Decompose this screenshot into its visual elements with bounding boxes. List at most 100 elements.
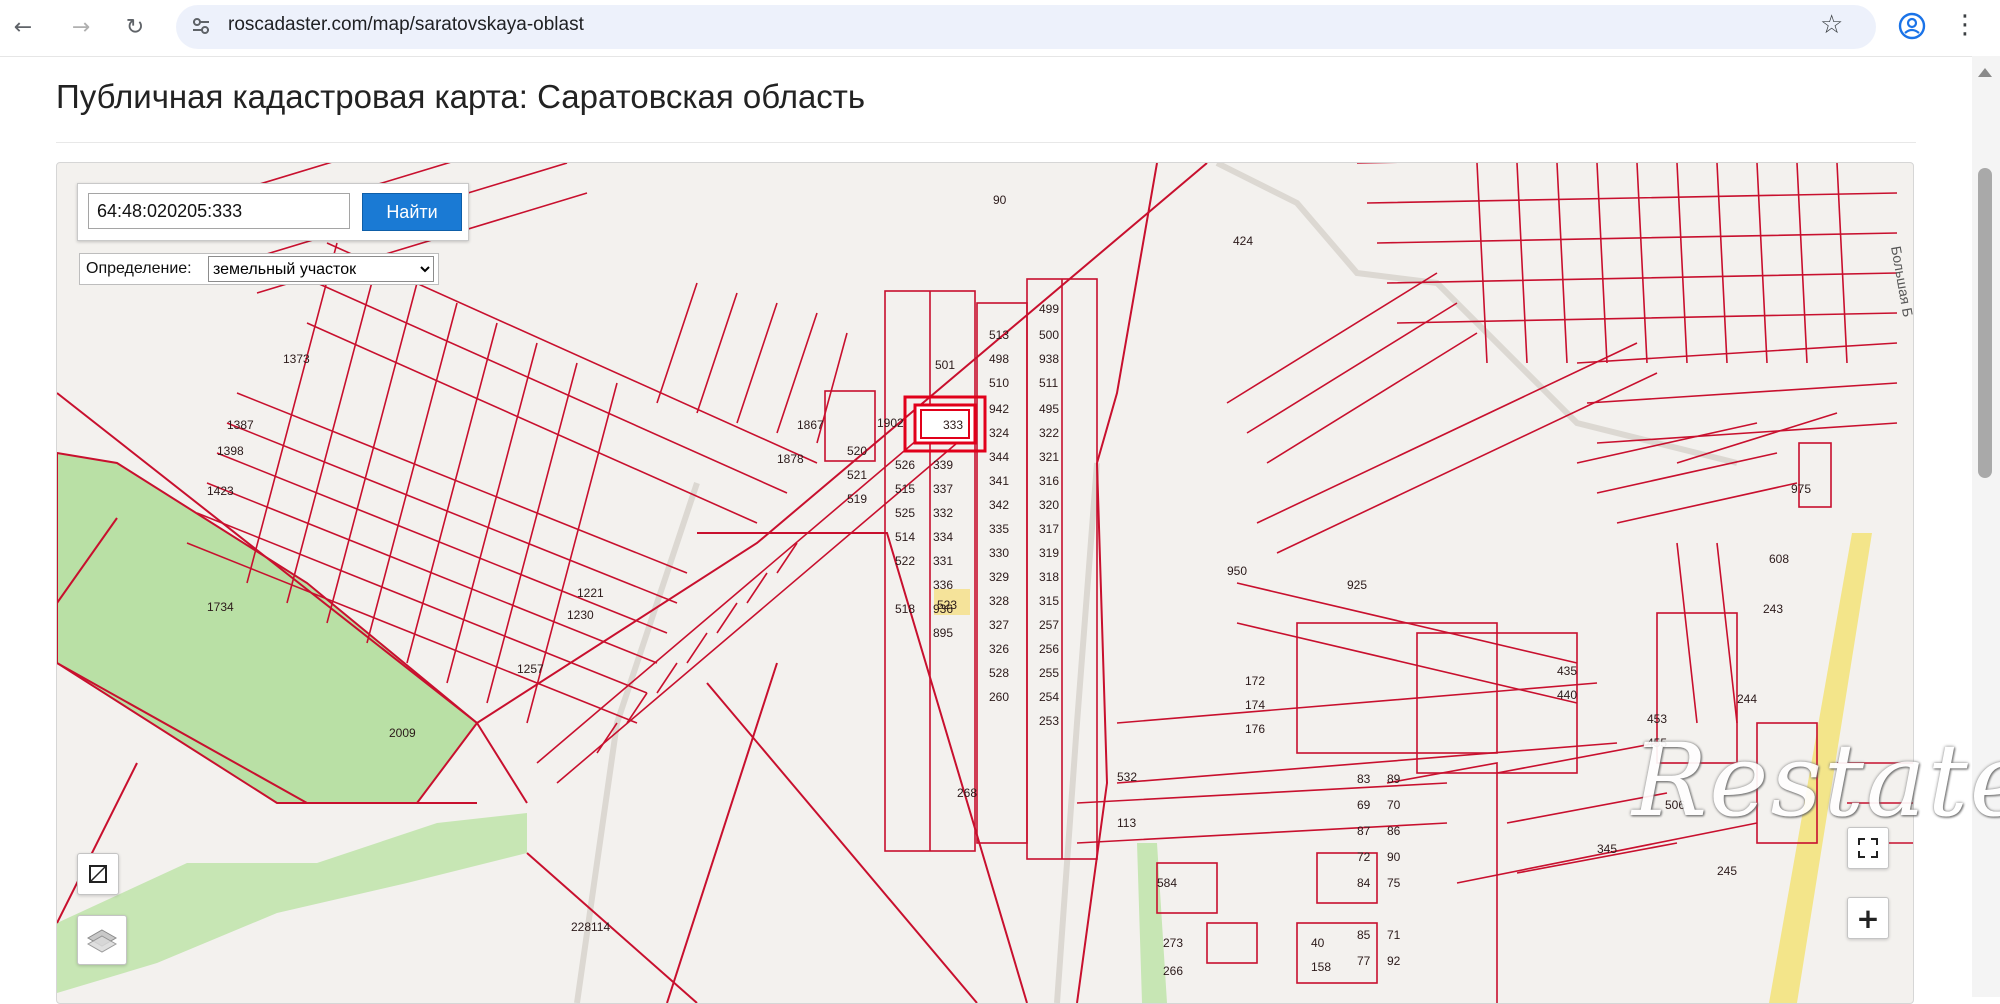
- svg-text:322: 322: [1039, 426, 1059, 440]
- svg-text:256: 256: [1039, 642, 1059, 656]
- svg-text:341: 341: [989, 474, 1009, 488]
- url-text[interactable]: roscadaster.com/map/saratovskaya-oblast: [228, 14, 584, 36]
- svg-text:83: 83: [1357, 772, 1371, 786]
- svg-text:86: 86: [1387, 824, 1401, 838]
- svg-text:522: 522: [895, 554, 915, 568]
- svg-text:328: 328: [989, 594, 1009, 608]
- svg-text:1902: 1902: [877, 416, 904, 430]
- svg-text:499: 499: [1039, 302, 1059, 316]
- svg-text:71: 71: [1387, 928, 1401, 942]
- svg-text:172: 172: [1245, 674, 1265, 688]
- scroll-up-icon[interactable]: [1978, 68, 1992, 77]
- svg-text:519: 519: [847, 492, 867, 506]
- svg-text:950: 950: [1227, 564, 1247, 578]
- svg-text:511: 511: [1039, 376, 1058, 390]
- svg-text:255: 255: [1039, 666, 1059, 680]
- forward-icon[interactable]: →: [66, 12, 96, 42]
- svg-text:424: 424: [1233, 234, 1253, 248]
- ruler-button[interactable]: [77, 853, 119, 895]
- svg-text:1878: 1878: [777, 452, 804, 466]
- svg-text:84: 84: [1357, 876, 1371, 890]
- svg-text:1387: 1387: [227, 418, 254, 432]
- svg-text:2009: 2009: [389, 726, 416, 740]
- page-title: Публичная кадастровая карта: Саратовская…: [56, 78, 866, 115]
- svg-text:253: 253: [1039, 714, 1059, 728]
- svg-text:895: 895: [933, 626, 953, 640]
- fullscreen-icon: [1858, 838, 1878, 858]
- svg-text:319: 319: [1039, 546, 1059, 560]
- svg-text:244: 244: [1737, 692, 1757, 706]
- svg-text:925: 925: [1347, 578, 1367, 592]
- svg-text:317: 317: [1039, 522, 1059, 536]
- svg-text:1867: 1867: [797, 418, 824, 432]
- svg-text:273: 273: [1163, 936, 1183, 950]
- svg-text:501: 501: [935, 358, 955, 372]
- svg-text:440: 440: [1557, 688, 1577, 702]
- svg-text:498: 498: [989, 352, 1009, 366]
- svg-text:245: 245: [1717, 864, 1737, 878]
- svg-text:339: 339: [933, 458, 953, 472]
- svg-text:331: 331: [933, 554, 953, 568]
- svg-text:525: 525: [895, 506, 915, 520]
- search-button[interactable]: Найти: [362, 193, 462, 231]
- svg-text:520: 520: [847, 444, 867, 458]
- zoom-in-button[interactable]: +: [1847, 897, 1889, 939]
- svg-text:85: 85: [1357, 928, 1371, 942]
- definition-select[interactable]: земельный участок: [208, 256, 434, 282]
- svg-text:318: 318: [1039, 570, 1059, 584]
- svg-text:532: 532: [1117, 770, 1137, 784]
- svg-text:1257: 1257: [517, 662, 544, 676]
- park-strip: [57, 813, 527, 993]
- svg-text:158: 158: [1311, 960, 1331, 974]
- svg-text:69: 69: [1357, 798, 1371, 812]
- title-divider: [56, 142, 1916, 143]
- reload-icon[interactable]: ↻: [120, 12, 150, 42]
- svg-text:518: 518: [895, 602, 915, 616]
- svg-text:342: 342: [989, 498, 1009, 512]
- svg-text:329: 329: [989, 570, 1009, 584]
- svg-text:336: 336: [933, 578, 953, 592]
- svg-text:1398: 1398: [217, 444, 244, 458]
- kebab-menu-icon[interactable]: ⋮: [1952, 10, 1978, 40]
- back-icon[interactable]: ←: [8, 12, 38, 42]
- svg-text:526: 526: [895, 458, 915, 472]
- map-canvas[interactable]: 90 424 268 1734 2009 228114 499 500 513 …: [57, 163, 1913, 1003]
- svg-text:528: 528: [989, 666, 1009, 680]
- cadastral-number-input[interactable]: [88, 193, 350, 229]
- svg-text:324: 324: [989, 426, 1009, 440]
- watermark: Restate: [1632, 722, 2000, 839]
- svg-text:89: 89: [1387, 772, 1401, 786]
- svg-text:330: 330: [989, 546, 1009, 560]
- svg-text:584: 584: [1157, 876, 1177, 890]
- svg-text:335: 335: [989, 522, 1009, 536]
- svg-text:70: 70: [1387, 798, 1401, 812]
- site-info-icon[interactable]: [188, 13, 214, 39]
- svg-text:936: 936: [933, 602, 953, 616]
- svg-text:337: 337: [933, 482, 953, 496]
- scrollbar-thumb[interactable]: [1978, 168, 1992, 478]
- svg-text:174: 174: [1245, 698, 1265, 712]
- northeast-parcel-blocks: [1357, 163, 1898, 508]
- svg-text:260: 260: [989, 690, 1009, 704]
- svg-text:243: 243: [1763, 602, 1783, 616]
- svg-text:327: 327: [989, 618, 1009, 632]
- svg-text:1423: 1423: [207, 484, 234, 498]
- svg-text:513: 513: [989, 328, 1009, 342]
- svg-text:326: 326: [989, 642, 1009, 656]
- ruler-icon: [89, 865, 107, 883]
- bookmark-star-icon[interactable]: ☆: [1820, 10, 1843, 40]
- browser-toolbar: ← → ↻ roscadaster.com/map/saratovskaya-o…: [0, 0, 2000, 57]
- profile-icon[interactable]: [1898, 12, 1926, 40]
- svg-text:176: 176: [1245, 722, 1265, 736]
- svg-text:345: 345: [1597, 842, 1617, 856]
- svg-text:320: 320: [1039, 498, 1059, 512]
- plus-icon: +: [1856, 901, 1880, 935]
- svg-text:344: 344: [989, 450, 1009, 464]
- cadastral-map[interactable]: 90 424 268 1734 2009 228114 499 500 513 …: [56, 162, 1914, 1004]
- definition-panel: Определение: земельный участок: [79, 253, 439, 285]
- svg-text:938: 938: [1039, 352, 1059, 366]
- layers-button[interactable]: [77, 915, 127, 965]
- svg-text:40: 40: [1311, 936, 1325, 950]
- svg-text:228114: 228114: [571, 920, 610, 934]
- svg-text:77: 77: [1357, 954, 1371, 968]
